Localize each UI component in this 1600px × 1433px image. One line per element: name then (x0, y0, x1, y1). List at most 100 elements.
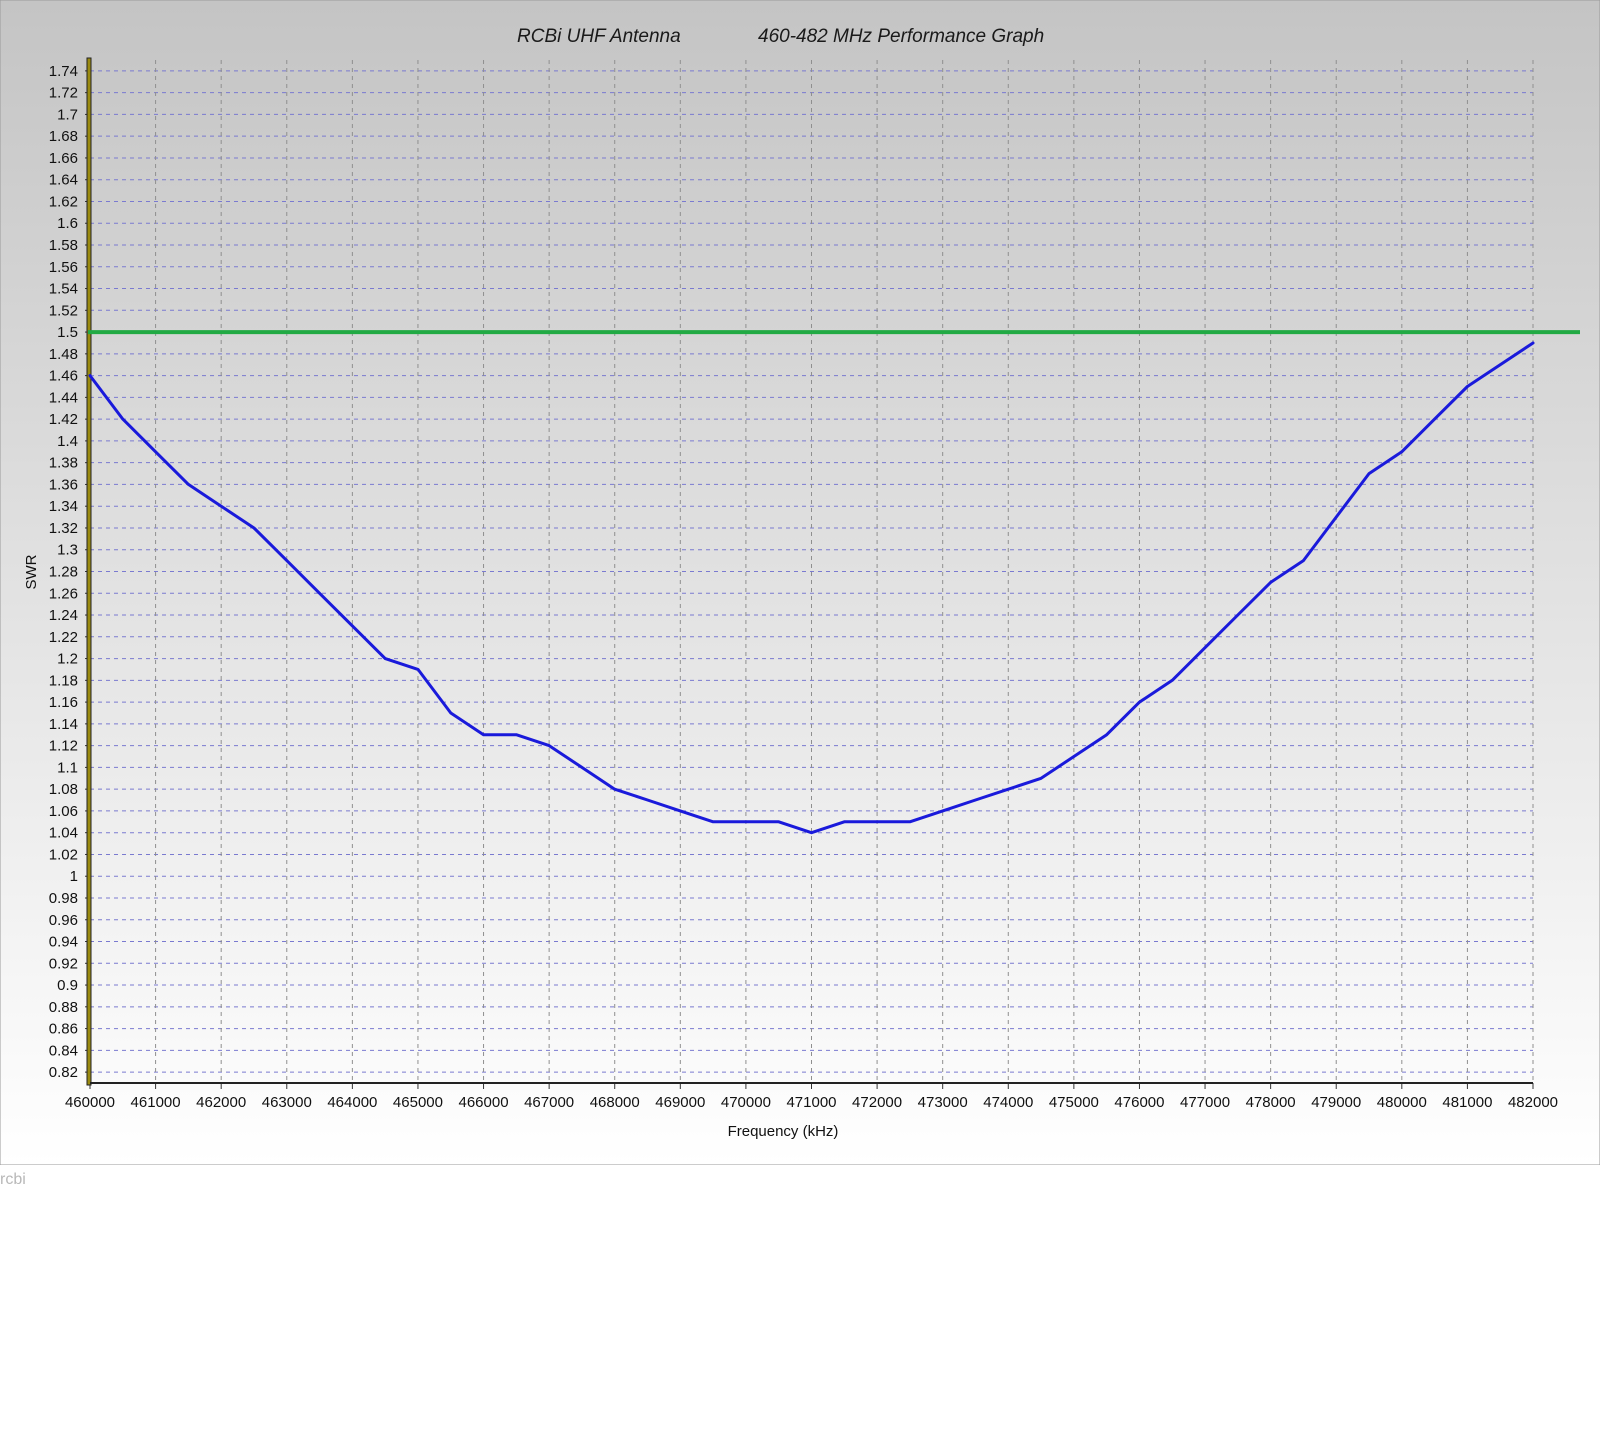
swr-data-point (482, 733, 485, 736)
swr-data-point (613, 787, 616, 791)
y-tick-label: 1.38 (49, 455, 78, 472)
y-tick-label: 1.16 (49, 694, 78, 711)
x-axis-title: Frequency (kHz) (728, 1123, 839, 1140)
swr-data-point (580, 766, 584, 769)
swr-data-point (252, 526, 256, 530)
y-tick-label: 1.48 (49, 346, 78, 363)
y-tick-label: 0.88 (49, 999, 78, 1016)
swr-data-point (416, 668, 420, 671)
swr-data-point (121, 417, 124, 421)
x-tick-label: 477000 (1180, 1094, 1230, 1111)
swr-data-point (679, 809, 682, 813)
x-tick-label: 481000 (1442, 1094, 1492, 1111)
x-tick-label: 466000 (459, 1094, 509, 1111)
x-tick-label: 476000 (1114, 1094, 1164, 1111)
y-tick-label: 1.32 (49, 520, 78, 537)
swr-data-point (843, 820, 846, 824)
x-tick-label: 479000 (1311, 1094, 1361, 1111)
x-tick-label: 480000 (1377, 1094, 1427, 1111)
swr-data-point (1138, 700, 1141, 704)
chart-title-right: 460-482 MHz Performance Graph (758, 26, 1044, 47)
swr-data-point (318, 592, 321, 595)
y-tick-label: 0.98 (49, 890, 78, 907)
y-tick-label: 1.58 (49, 237, 78, 254)
x-tick-label: 461000 (131, 1094, 181, 1111)
y-tick-label: 1.04 (49, 825, 78, 842)
swr-data-point (351, 624, 354, 628)
swr-data-point (810, 831, 813, 834)
swr-data-point (1039, 777, 1043, 780)
x-tick-label: 464000 (327, 1094, 377, 1111)
x-tick-label: 469000 (655, 1094, 705, 1111)
x-tick-label: 463000 (262, 1094, 312, 1111)
y-tick-label: 1.46 (49, 368, 78, 385)
y-tick-label: 1 (70, 868, 78, 885)
x-tick-label: 462000 (196, 1094, 246, 1111)
y-tick-label: 1.18 (49, 672, 78, 689)
x-tick-label: 470000 (721, 1094, 771, 1111)
y-tick-label: 1.44 (49, 389, 78, 406)
swr-data-point (187, 483, 190, 486)
swr-data-point (1072, 755, 1076, 758)
y-tick-label: 1.72 (49, 85, 78, 102)
swr-data-point (88, 374, 92, 377)
chart-background (0, 0, 1600, 1166)
swr-data-point (285, 559, 288, 562)
swr-data-point (1236, 613, 1240, 617)
y-tick-label: 1.08 (49, 781, 78, 798)
chart-container: RCBi UHF Antenna 460-482 MHz Performance… (0, 0, 1600, 1433)
y-tick-label: 1.36 (49, 476, 78, 493)
y-tick-label: 1.06 (49, 803, 78, 820)
swr-data-point (1269, 581, 1272, 584)
swr-data-point (875, 820, 879, 824)
y-tick-label: 1.74 (49, 63, 78, 80)
y-tick-label: 1.56 (49, 259, 78, 276)
swr-data-point (1203, 646, 1207, 649)
y-tick-label: 1.34 (49, 498, 78, 515)
y-tick-label: 1.12 (49, 738, 78, 755)
swr-data-point (777, 820, 780, 824)
y-tick-label: 1.2 (57, 651, 78, 668)
page-background-lower (0, 1165, 1600, 1433)
x-tick-label: 473000 (918, 1094, 968, 1111)
y-tick-label: 1.14 (49, 716, 78, 733)
swr-data-point (974, 798, 977, 802)
swr-data-point (1007, 787, 1010, 791)
y-tick-label: 1.22 (49, 629, 78, 646)
y-tick-label: 1.42 (49, 411, 78, 428)
y-tick-label: 0.82 (49, 1064, 78, 1081)
swr-data-point (219, 505, 223, 508)
swr-data-point (1531, 341, 1535, 345)
swr-data-point (1499, 363, 1502, 366)
swr-data-point (1171, 679, 1174, 682)
y-tick-label: 0.9 (57, 977, 78, 994)
swr-data-point (515, 733, 518, 736)
x-tick-label: 468000 (590, 1094, 640, 1111)
swr-data-point (711, 820, 715, 824)
swr-data-point (744, 820, 748, 824)
y-tick-label: 1.64 (49, 172, 78, 189)
y-tick-label: 1.02 (49, 846, 78, 863)
swr-data-point (1400, 450, 1404, 453)
y-tick-label: 1.6 (57, 215, 78, 232)
x-tick-label: 467000 (524, 1094, 574, 1111)
x-tick-label: 460000 (65, 1094, 115, 1111)
swr-data-point (1466, 385, 1469, 388)
y-tick-label: 1.5 (57, 324, 78, 341)
y-axis-line (86, 57, 92, 1086)
y-tick-label: 1.28 (49, 564, 78, 581)
swr-data-point (383, 657, 387, 660)
swr-data-point (646, 798, 649, 802)
swr-data-point (547, 744, 551, 747)
x-tick-label: 475000 (1049, 1094, 1099, 1111)
swr-data-point (154, 450, 157, 453)
watermark: rcbi (0, 1171, 26, 1188)
y-axis-title: SWR (23, 554, 40, 589)
y-tick-label: 1.52 (49, 302, 78, 319)
swr-data-point (941, 809, 944, 813)
y-tick-label: 0.96 (49, 912, 78, 929)
y-tick-label: 1.26 (49, 585, 78, 602)
y-tick-label: 0.92 (49, 955, 78, 972)
y-tick-label: 1.68 (49, 128, 78, 145)
swr-chart: RCBi UHF Antenna 460-482 MHz Performance… (0, 0, 1600, 1433)
